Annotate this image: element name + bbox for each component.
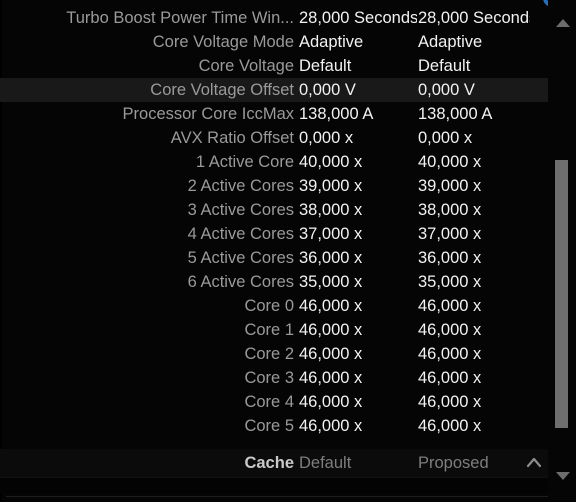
settings-row-default-value[interactable]: 35,000 x (299, 270, 417, 294)
bottom-strip (0, 477, 548, 494)
settings-row-default-value[interactable]: 40,000 x (299, 150, 417, 174)
settings-row-label: Core 5 (244, 417, 294, 435)
settings-row[interactable]: Core 1 46,000 x 46,000 x (0, 318, 548, 342)
settings-row[interactable]: Core Voltage Default Default (0, 54, 548, 78)
settings-row-proposed-value[interactable]: Adaptive (418, 30, 530, 54)
settings-row-proposed-value[interactable]: 35,000 x (418, 270, 530, 294)
settings-row-proposed-value[interactable]: 46,000 x (418, 342, 530, 366)
scrollbar-track[interactable] (548, 40, 576, 465)
settings-row-default-value[interactable]: 46,000 x (299, 414, 417, 438)
settings-row-label: Core Voltage Mode (152, 33, 294, 51)
settings-row-default-value[interactable]: 36,000 x (299, 246, 417, 270)
settings-row-label: Core Voltage (198, 57, 294, 75)
group-header-col-default: Default (299, 454, 352, 472)
settings-row-proposed-value[interactable]: 46,000 x (418, 318, 530, 342)
bottom-divider (6, 496, 570, 497)
settings-row-default-value[interactable]: 37,000 x (299, 222, 417, 246)
settings-row[interactable]: Core Voltage Mode Adaptive Adaptive (0, 30, 548, 54)
settings-row[interactable]: 5 Active Cores 36,000 x 36,000 x (0, 246, 548, 270)
settings-row-label: Core 0 (244, 297, 294, 315)
settings-row-proposed-value[interactable]: 138,000 A (418, 102, 530, 126)
settings-row[interactable]: 1 Active Core 40,000 x 40,000 x (0, 150, 548, 174)
settings-row[interactable]: Core 5 46,000 x 46,000 x (0, 414, 548, 438)
settings-row-proposed-value[interactable]: 40,000 x (418, 150, 530, 174)
settings-row-label: Core Voltage Offset (150, 81, 294, 99)
settings-row-default-value[interactable]: Default (299, 54, 417, 78)
settings-row-proposed-value[interactable]: 38,000 x (418, 198, 530, 222)
settings-row-label: 6 Active Cores (187, 273, 294, 291)
settings-row-default-value[interactable]: 0,000 x (299, 126, 417, 150)
vertical-scrollbar[interactable] (548, 0, 576, 502)
settings-row-default-value[interactable]: 0,000 V (299, 78, 417, 102)
settings-row[interactable]: Core 3 46,000 x 46,000 x (0, 366, 548, 390)
settings-row-default-value[interactable]: 46,000 x (299, 342, 417, 366)
tuning-panel: Turbo Boost Power Time Win... 28,000 Seco… (0, 0, 576, 502)
settings-row-default-value[interactable]: 28,000 Seconds (299, 6, 417, 30)
settings-row[interactable]: Core Voltage Offset 0,000 V 0,000 V (0, 78, 548, 102)
settings-row-default-value[interactable]: 46,000 x (299, 318, 417, 342)
settings-row-label: Core 4 (244, 393, 294, 411)
settings-row-default-value[interactable]: 46,000 x (299, 294, 417, 318)
settings-row-label: 4 Active Cores (187, 225, 294, 243)
group-header-title: Cache (244, 454, 294, 472)
scrollbar-thumb[interactable] (555, 160, 568, 428)
settings-row-default-value[interactable]: Adaptive (299, 30, 417, 54)
settings-row-label: 1 Active Core (195, 153, 294, 171)
settings-row[interactable]: Core 2 46,000 x 46,000 x (0, 342, 548, 366)
settings-row-proposed-value[interactable]: 46,000 x (418, 390, 530, 414)
settings-row-label: AVX Ratio Offset (170, 129, 294, 147)
settings-row-proposed-value[interactable]: 46,000 x (418, 294, 530, 318)
settings-row-default-value[interactable]: 46,000 x (299, 366, 417, 390)
settings-row[interactable]: Core 0 46,000 x 46,000 x (0, 294, 548, 318)
settings-row[interactable]: Turbo Boost Power Time Win... 28,000 Seco… (0, 6, 548, 30)
group-header-cache[interactable]: Cache Default Proposed (0, 449, 548, 477)
settings-row-default-value[interactable]: 38,000 x (299, 198, 417, 222)
settings-row[interactable]: Processor Core IccMax 138,000 A 138,000 A (0, 102, 548, 126)
settings-row-proposed-value[interactable]: Default (418, 54, 530, 78)
settings-row-proposed-value[interactable]: 46,000 x (418, 414, 530, 438)
settings-row-label: 2 Active Cores (187, 177, 294, 195)
settings-row-default-value[interactable]: 39,000 x (299, 174, 417, 198)
triangle-up-icon[interactable] (556, 19, 570, 27)
settings-row-proposed-value[interactable]: 39,000 x (418, 174, 530, 198)
settings-row-proposed-value[interactable]: 0,000 x (418, 126, 530, 150)
settings-row[interactable]: 6 Active Cores 35,000 x 35,000 x (0, 270, 548, 294)
settings-row-label: Turbo Boost Power Time Win... (66, 9, 294, 27)
settings-row-proposed-value[interactable]: 46,000 x (418, 366, 530, 390)
triangle-down-icon[interactable] (556, 472, 570, 480)
group-header-col-proposed: Proposed (418, 454, 489, 472)
settings-row-label: Core 1 (244, 321, 294, 339)
settings-row-label: 3 Active Cores (187, 201, 294, 219)
settings-row-label: 5 Active Cores (187, 249, 294, 267)
settings-row[interactable]: 3 Active Cores 38,000 x 38,000 x (0, 198, 548, 222)
settings-list[interactable]: Turbo Boost Power Time Win... 28,000 Seco… (0, 6, 548, 449)
settings-row-proposed-value[interactable]: 28,000 Seconds (418, 6, 530, 30)
settings-row-proposed-value[interactable]: 37,000 x (418, 222, 530, 246)
settings-row-label: Core 2 (244, 345, 294, 363)
settings-row-label: Core 3 (244, 369, 294, 387)
settings-row-proposed-value[interactable]: 0,000 V (418, 78, 530, 102)
settings-row[interactable]: 2 Active Cores 39,000 x 39,000 x (0, 174, 548, 198)
settings-row-default-value[interactable]: 46,000 x (299, 390, 417, 414)
settings-row-default-value[interactable]: 138,000 A (299, 102, 417, 126)
settings-row[interactable]: AVX Ratio Offset 0,000 x 0,000 x (0, 126, 548, 150)
chevron-up-icon[interactable] (524, 453, 544, 473)
settings-row[interactable]: Core 4 46,000 x 46,000 x (0, 390, 548, 414)
settings-row-label: Processor Core IccMax (122, 105, 294, 123)
settings-row-proposed-value[interactable]: 36,000 x (418, 246, 530, 270)
settings-row[interactable]: 4 Active Cores 37,000 x 37,000 x (0, 222, 548, 246)
